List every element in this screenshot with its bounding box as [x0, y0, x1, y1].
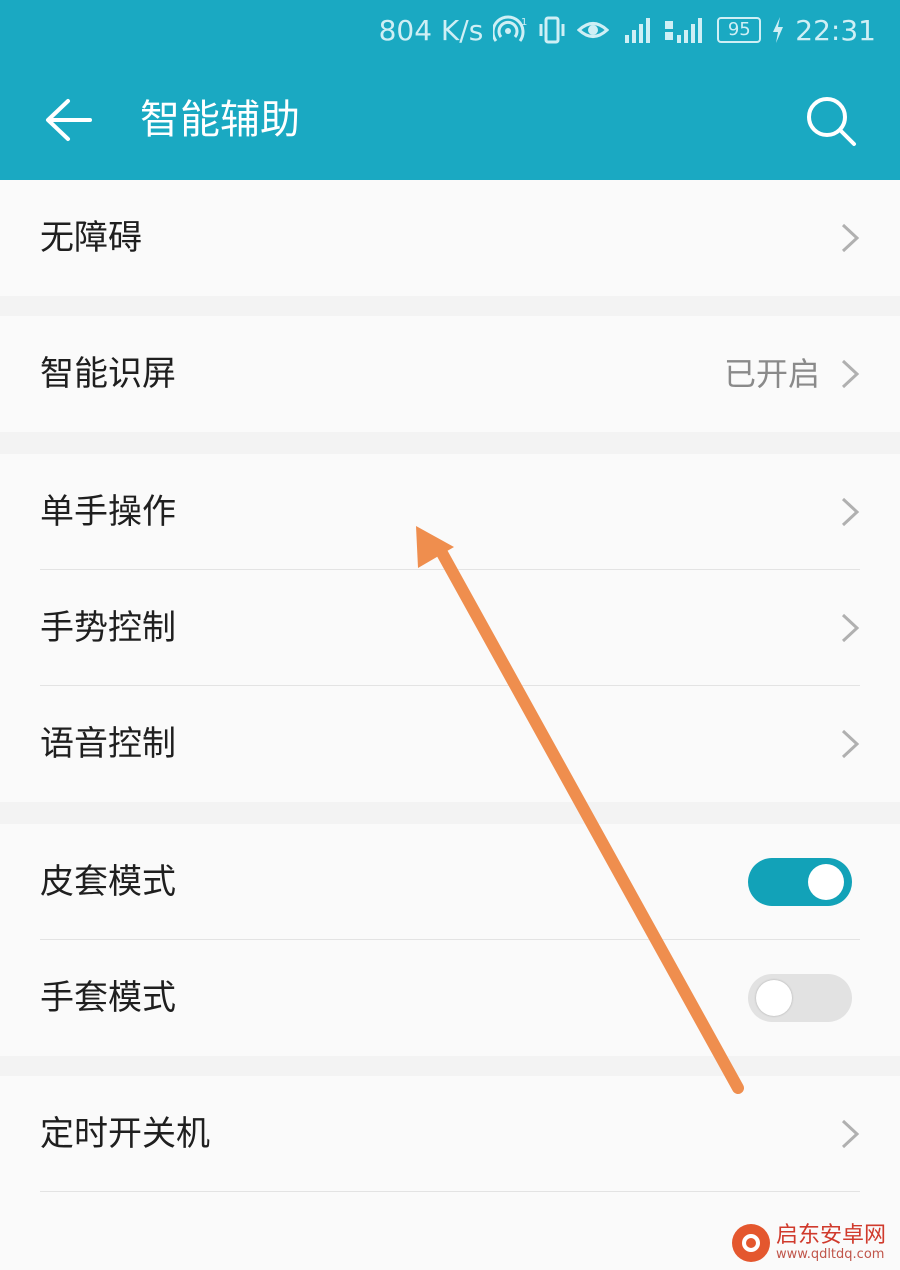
- cover-mode-toggle[interactable]: [748, 858, 852, 906]
- watermark-text: 启东安卓网: [775, 1222, 886, 1248]
- item-label: 皮套模式: [40, 862, 176, 902]
- chevron-right-icon: [841, 497, 860, 527]
- settings-item-schedule-power[interactable]: 定时开关机: [0, 1076, 900, 1192]
- chevron-right-icon: [841, 729, 860, 759]
- item-label: 定时开关机: [40, 1114, 210, 1154]
- chevron-right-icon: [841, 613, 860, 643]
- item-label: 无障碍: [40, 218, 142, 258]
- battery-level: 95: [727, 19, 751, 40]
- settings-item-glove-mode[interactable]: 手套模式: [0, 940, 900, 1056]
- item-label: 单手操作: [40, 492, 176, 532]
- watermark-url: www.qdltdq.com: [775, 1246, 885, 1262]
- chevron-right-icon: [841, 223, 860, 253]
- watermark-logo-icon: [731, 1223, 770, 1262]
- hotspot-icon: 1: [493, 15, 527, 45]
- signal-2g-icon: [619, 15, 653, 45]
- watermark: 启东安卓网 www.qdltdq.com: [731, 1222, 886, 1262]
- group-smart-screen: 智能识屏 已开启: [0, 316, 900, 432]
- settings-item-accessibility[interactable]: 无障碍: [0, 180, 900, 296]
- item-label: 手套模式: [40, 978, 176, 1018]
- arrow-left-icon: [46, 99, 92, 141]
- group-control: 单手操作 手势控制 语音控制: [0, 454, 900, 802]
- settings-item-gesture[interactable]: 手势控制: [0, 570, 900, 686]
- page-title: 智能辅助: [140, 97, 300, 143]
- svg-text:1: 1: [521, 17, 527, 28]
- battery-icon: 95: [717, 17, 762, 43]
- chevron-right-icon: [841, 1119, 860, 1149]
- signal-4g-icon: [663, 15, 707, 45]
- chevron-right-icon: [841, 359, 860, 389]
- group-modes: 皮套模式 手套模式: [0, 824, 900, 1056]
- settings-item-smart-screen[interactable]: 智能识屏 已开启: [0, 316, 900, 432]
- glove-mode-toggle[interactable]: [748, 974, 852, 1022]
- status-bar: 804 K/s 1 95 22:31: [0, 0, 900, 60]
- search-icon: [807, 97, 856, 146]
- watermark-texts: 启东安卓网 www.qdltdq.com: [775, 1222, 886, 1262]
- settings-item-cover-mode[interactable]: 皮套模式: [0, 824, 900, 940]
- item-label: 手势控制: [40, 608, 176, 648]
- settings-item-one-hand[interactable]: 单手操作: [0, 454, 900, 570]
- item-status: 已开启: [723, 355, 820, 393]
- search-button[interactable]: [800, 90, 860, 150]
- item-label: 语音控制: [40, 724, 176, 764]
- eye-comfort-icon: [577, 15, 610, 45]
- vibrate-icon: [537, 15, 567, 45]
- charging-icon: [771, 16, 785, 44]
- toggle-knob: [756, 980, 792, 1016]
- toggle-knob: [808, 864, 844, 900]
- app-bar: 智能辅助: [0, 60, 900, 180]
- network-speed: 804 K/s: [378, 13, 484, 47]
- group-accessibility: 无障碍: [0, 180, 900, 296]
- settings-item-voice[interactable]: 语音控制: [0, 686, 900, 802]
- item-label: 智能识屏: [40, 354, 176, 394]
- clock: 22:31: [795, 13, 876, 47]
- back-button[interactable]: [40, 90, 100, 150]
